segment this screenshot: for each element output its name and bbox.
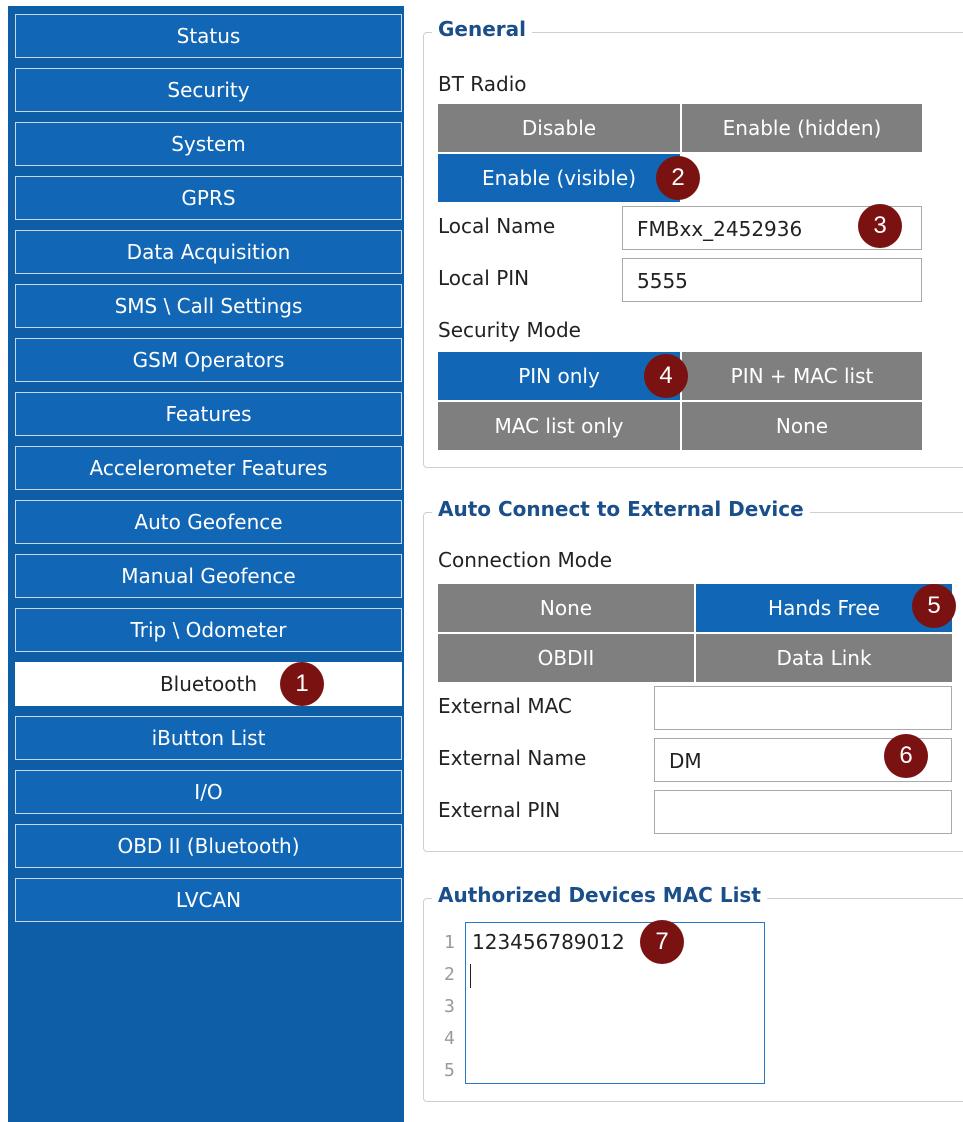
callout-badge-1: 1 xyxy=(280,662,324,706)
security-none-button[interactable]: None xyxy=(682,402,922,450)
sidebar-item-label: Security xyxy=(167,78,250,102)
sidebar-item-label: Manual Geofence xyxy=(121,564,296,588)
sidebar-item-label: GSM Operators xyxy=(132,348,285,372)
security-pin-mac-list-button[interactable]: PIN + MAC list xyxy=(682,352,922,400)
sidebar-item-label: I/O xyxy=(194,780,223,804)
bt-radio-disable-button[interactable]: Disable xyxy=(438,104,680,152)
bt-radio-label: BT Radio xyxy=(438,72,527,96)
line-number: 4 xyxy=(444,1028,455,1049)
auto-connect-title: Auto Connect to External Device xyxy=(432,497,810,521)
callout-badge-7: 7 xyxy=(640,920,684,964)
connection-none-button[interactable]: None xyxy=(438,584,694,632)
security-mode-label: Security Mode xyxy=(438,318,581,342)
external-pin-input[interactable] xyxy=(654,790,952,834)
sidebar-item-label: Accelerometer Features xyxy=(89,456,328,480)
external-pin-label: External PIN xyxy=(438,798,561,822)
callout-badge-3: 3 xyxy=(858,204,902,248)
sidebar-item-label: Data Acquisition xyxy=(126,240,291,264)
line-number: 1 xyxy=(444,932,455,953)
sidebar-item-auto-geofence[interactable]: Auto Geofence xyxy=(15,500,402,544)
callout-badge-4: 4 xyxy=(644,354,688,398)
external-mac-input[interactable] xyxy=(654,686,952,730)
sidebar-item-status[interactable]: Status xyxy=(15,14,402,58)
sidebar-item-label: SMS \ Call Settings xyxy=(114,294,303,318)
bt-radio-enable-visible-button[interactable]: Enable (visible) xyxy=(438,154,680,202)
mac-list-title: Authorized Devices MAC List xyxy=(432,883,767,907)
sidebar-item-trip-odometer[interactable]: Trip \ Odometer xyxy=(15,608,402,652)
sidebar-item-label: OBD II (Bluetooth) xyxy=(117,834,300,858)
sidebar-item-io[interactable]: I/O xyxy=(15,770,402,814)
security-mac-list-only-button[interactable]: MAC list only xyxy=(438,402,680,450)
connection-mode-label: Connection Mode xyxy=(438,548,613,572)
sidebar-item-bluetooth[interactable]: Bluetooth xyxy=(15,662,402,706)
local-pin-input[interactable]: 5555 xyxy=(622,258,922,302)
external-name-label: External Name xyxy=(438,746,587,770)
callout-badge-2: 2 xyxy=(656,156,700,200)
sidebar-item-label: Bluetooth xyxy=(159,672,258,696)
sidebar-item-data-acquisition[interactable]: Data Acquisition xyxy=(15,230,402,274)
external-mac-label: External MAC xyxy=(438,694,572,718)
line-number: 5 xyxy=(444,1060,455,1081)
sidebar-item-system[interactable]: System xyxy=(15,122,402,166)
sidebar-item-label: Features xyxy=(165,402,252,426)
sidebar-item-label: Auto Geofence xyxy=(134,510,283,534)
sidebar-item-obd-ii-bluetooth[interactable]: OBD II (Bluetooth) xyxy=(15,824,402,868)
sidebar-item-gprs[interactable]: GPRS xyxy=(15,176,402,220)
sidebar-item-label: iButton List xyxy=(151,726,266,750)
general-title: General xyxy=(432,17,532,41)
sidebar-item-manual-geofence[interactable]: Manual Geofence xyxy=(15,554,402,598)
line-number: 2 xyxy=(444,964,455,985)
text-caret xyxy=(470,964,471,988)
sidebar-item-sms-call-settings[interactable]: SMS \ Call Settings xyxy=(15,284,402,328)
sidebar-item-label: System xyxy=(171,132,246,156)
sidebar: Status Security System GPRS Data Acquisi… xyxy=(8,6,404,1122)
sidebar-item-label: Trip \ Odometer xyxy=(130,618,287,642)
sidebar-item-lvcan[interactable]: LVCAN xyxy=(15,878,402,922)
connection-obdii-button[interactable]: OBDII xyxy=(438,634,694,682)
sidebar-item-label: GPRS xyxy=(181,186,236,210)
sidebar-item-features[interactable]: Features xyxy=(15,392,402,436)
local-name-label: Local Name xyxy=(438,214,556,238)
callout-badge-6: 6 xyxy=(884,734,928,778)
mac-list-line: 123456789012 xyxy=(472,930,625,954)
sidebar-item-gsm-operators[interactable]: GSM Operators xyxy=(15,338,402,382)
sidebar-item-accelerometer-features[interactable]: Accelerometer Features xyxy=(15,446,402,490)
connection-data-link-button[interactable]: Data Link xyxy=(696,634,952,682)
sidebar-item-security[interactable]: Security xyxy=(15,68,402,112)
line-number: 3 xyxy=(444,996,455,1017)
sidebar-item-ibutton-list[interactable]: iButton List xyxy=(15,716,402,760)
sidebar-item-label: LVCAN xyxy=(175,888,242,912)
bt-radio-enable-hidden-button[interactable]: Enable (hidden) xyxy=(682,104,922,152)
sidebar-item-label: Status xyxy=(176,24,241,48)
callout-badge-5: 5 xyxy=(912,584,956,628)
local-pin-label: Local PIN xyxy=(438,266,530,290)
